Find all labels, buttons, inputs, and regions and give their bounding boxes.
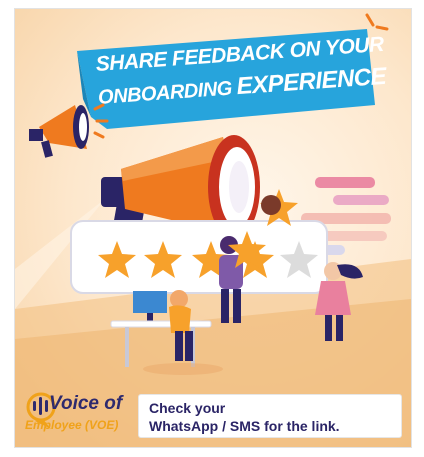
sparkle-icon xyxy=(365,13,389,31)
feedback-illustration xyxy=(29,13,391,375)
logo-title: Voice of xyxy=(49,393,123,414)
cta-box: Check your WhatsApp / SMS for the link. xyxy=(139,395,401,437)
person-at-desk xyxy=(110,290,223,375)
footer-bar: Voice of Employee (VOE) Check your Whats… xyxy=(15,385,411,447)
feedback-poster: Share feedback on your Onboarding Experi… xyxy=(14,8,412,448)
small-megaphone-icon xyxy=(29,103,109,158)
logo-subtitle: Employee (VOE) xyxy=(25,418,119,432)
cta-line-2: WhatsApp / SMS for the link. xyxy=(149,418,340,434)
cta-line-1: Check your xyxy=(149,400,226,416)
